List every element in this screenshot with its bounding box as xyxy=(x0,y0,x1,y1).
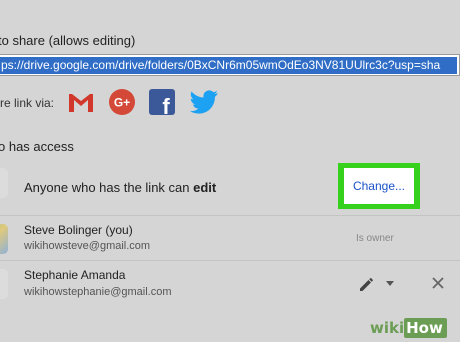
share-link-via-label: re link via: xyxy=(0,96,55,110)
twitter-icon[interactable] xyxy=(188,88,220,116)
link-access-avatar xyxy=(0,168,8,198)
link-sharing-heading: to share (allows editing) xyxy=(0,33,136,48)
person-email: wikihowstephanie@gmail.com xyxy=(24,286,172,298)
watermark-how: How xyxy=(404,318,447,338)
person-name: Stephanie Amanda xyxy=(24,268,126,282)
facebook-icon-text: f xyxy=(162,94,170,116)
chevron-down-icon[interactable] xyxy=(386,281,394,287)
facebook-icon[interactable]: f xyxy=(148,88,176,116)
link-access-level: edit xyxy=(193,180,217,195)
share-dialog: to share (allows editing) ps://drive.goo… xyxy=(0,0,460,342)
divider xyxy=(0,215,460,216)
close-icon[interactable] xyxy=(432,277,444,289)
pencil-icon[interactable] xyxy=(358,275,376,293)
wikihow-watermark: wiki How xyxy=(370,316,447,340)
google-plus-icon[interactable]: G+ xyxy=(108,88,136,116)
gmail-icon[interactable] xyxy=(66,88,96,116)
share-link-url[interactable]: ps://drive.google.com/drive/folders/0BxC… xyxy=(0,57,457,74)
google-plus-icon-text: G+ xyxy=(114,96,130,110)
link-access-text: Anyone who has the link can edit xyxy=(24,180,216,195)
change-button[interactable]: Change... xyxy=(344,168,414,204)
person-name: Steve Bolinger (you) xyxy=(24,223,133,237)
share-link-field[interactable]: ps://drive.google.com/drive/folders/0BxC… xyxy=(0,54,460,76)
link-access-prefix: Anyone who has the link can xyxy=(24,180,194,195)
owner-label: Is owner xyxy=(356,233,394,244)
person-email: wikihowsteve@gmail.com xyxy=(24,240,151,252)
watermark-wiki: wiki xyxy=(370,319,405,337)
divider xyxy=(0,260,460,261)
who-has-access-heading: o has access xyxy=(0,139,74,154)
avatar xyxy=(0,224,8,254)
avatar xyxy=(0,269,8,299)
